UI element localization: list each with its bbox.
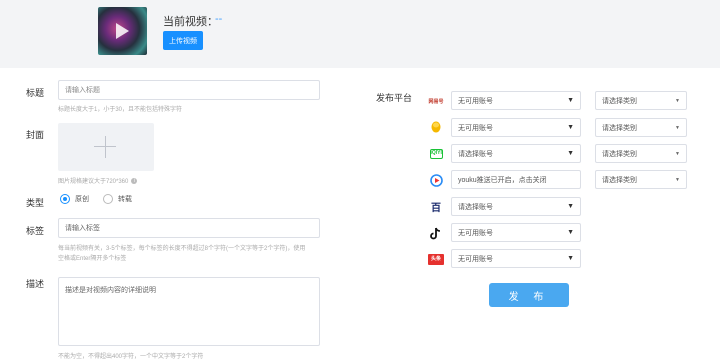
tags-hint-1: 每当前视频有关，3-5个标签，每个标签的长度不得超过8个字符(一个文字等于2个字… (58, 246, 306, 252)
category-select-iqiyi-value: 请选择类别 (602, 150, 637, 158)
title-label: 标题 (26, 88, 45, 98)
play-icon (116, 23, 129, 39)
caret-down-icon: ▼ (567, 97, 574, 104)
radio-unchecked-icon (103, 194, 113, 204)
category-select-youku-value: 请选择类别 (602, 176, 637, 184)
description-label: 描述 (26, 279, 45, 289)
platforms-label: 发布平台 (376, 93, 413, 103)
caret-down-icon: ▼ (567, 124, 574, 131)
category-select-netease[interactable]: 请选择类别 ▼ (595, 91, 687, 110)
category-select-qq-value: 请选择类别 (602, 124, 637, 132)
account-select-netease[interactable]: 无可用账号 ▼ (451, 91, 581, 110)
account-select-douyin-value: 无可用账号 (458, 229, 493, 237)
type-label: 类型 (26, 198, 45, 208)
caret-down-icon: ▼ (567, 150, 574, 157)
description-textarea[interactable]: 描述是对视频内容的详细说明 (58, 277, 320, 346)
account-select-toutiao-value: 无可用账号 (458, 255, 493, 263)
caret-down-icon: ▼ (567, 203, 574, 210)
cover-hint: 图片规格建议大于720*360 (58, 179, 129, 185)
radio-repost-label: 转载 (118, 196, 132, 203)
youku-icon (428, 173, 444, 187)
netease-icon: 网易号 (428, 98, 444, 105)
category-select-qq[interactable]: 请选择类别 ▼ (595, 118, 687, 137)
title-input[interactable]: 请输入标题 (58, 80, 320, 100)
iqiyi-icon-text: iQIYI (429, 149, 443, 159)
youku-push-toggle[interactable]: youku推送已开启，点击关闭 (451, 170, 581, 189)
radio-repost[interactable]: 转载 (103, 194, 132, 204)
category-select-iqiyi[interactable]: 请选择类别 ▼ (595, 144, 687, 163)
account-select-baidu[interactable]: 请选择账号 ▼ (451, 197, 581, 216)
radio-checked-icon (60, 194, 70, 204)
account-select-baidu-value: 请选择账号 (458, 203, 493, 211)
radio-original-label: 原创 (75, 196, 89, 203)
caret-down-icon: ▼ (675, 176, 680, 183)
iqiyi-icon: iQIYI (428, 147, 444, 161)
current-video-label: 当前视频： (163, 16, 218, 28)
radio-original[interactable]: 原创 (60, 194, 89, 204)
cover-hint-row: 图片规格建议大于720*360 i (58, 176, 138, 185)
account-select-netease-value: 无可用账号 (458, 97, 493, 105)
account-select-qq[interactable]: 无可用账号 ▼ (451, 118, 581, 137)
account-select-toutiao[interactable]: 无可用账号 ▼ (451, 249, 581, 268)
publish-button[interactable]: 发 布 (489, 283, 569, 307)
video-thumbnail[interactable] (98, 7, 147, 55)
account-select-iqiyi-value: 请选择账号 (458, 150, 493, 158)
upload-video-button[interactable]: 上传视频 (163, 31, 203, 50)
baidu-icon: 百 (431, 202, 441, 214)
tags-hint-2: 空格或Enter隔开多个标签 (58, 256, 127, 262)
current-video-value: -- (215, 13, 223, 25)
title-hint: 标题长度大于1，小于30，且不能包括特殊字符 (58, 107, 183, 113)
cover-upload[interactable] (58, 123, 154, 171)
douyin-icon (428, 226, 444, 240)
category-select-youku[interactable]: 请选择类别 ▼ (595, 170, 687, 189)
account-select-douyin[interactable]: 无可用账号 ▼ (451, 223, 581, 242)
description-hint: 不能为空，不得超出400字符，一个中文字等于2个字符 (58, 354, 204, 360)
tags-input[interactable]: 请输入标签 (58, 218, 320, 238)
caret-down-icon: ▼ (675, 124, 680, 131)
caret-down-icon: ▼ (567, 255, 574, 262)
cover-label: 封面 (26, 130, 45, 140)
toutiao-icon-text: 头条 (428, 253, 444, 265)
category-select-netease-value: 请选择类别 (602, 97, 637, 105)
video-header: 当前视频： -- 上传视频 (0, 0, 720, 68)
tags-label: 标签 (26, 226, 45, 236)
account-select-iqiyi[interactable]: 请选择账号 ▼ (451, 144, 581, 163)
account-select-qq-value: 无可用账号 (458, 124, 493, 132)
toutiao-icon: 头条 (428, 252, 444, 266)
caret-down-icon: ▼ (567, 229, 574, 236)
caret-down-icon: ▼ (675, 97, 680, 104)
qq-icon (428, 120, 444, 134)
caret-down-icon: ▼ (675, 150, 680, 157)
info-icon: i (131, 178, 138, 185)
